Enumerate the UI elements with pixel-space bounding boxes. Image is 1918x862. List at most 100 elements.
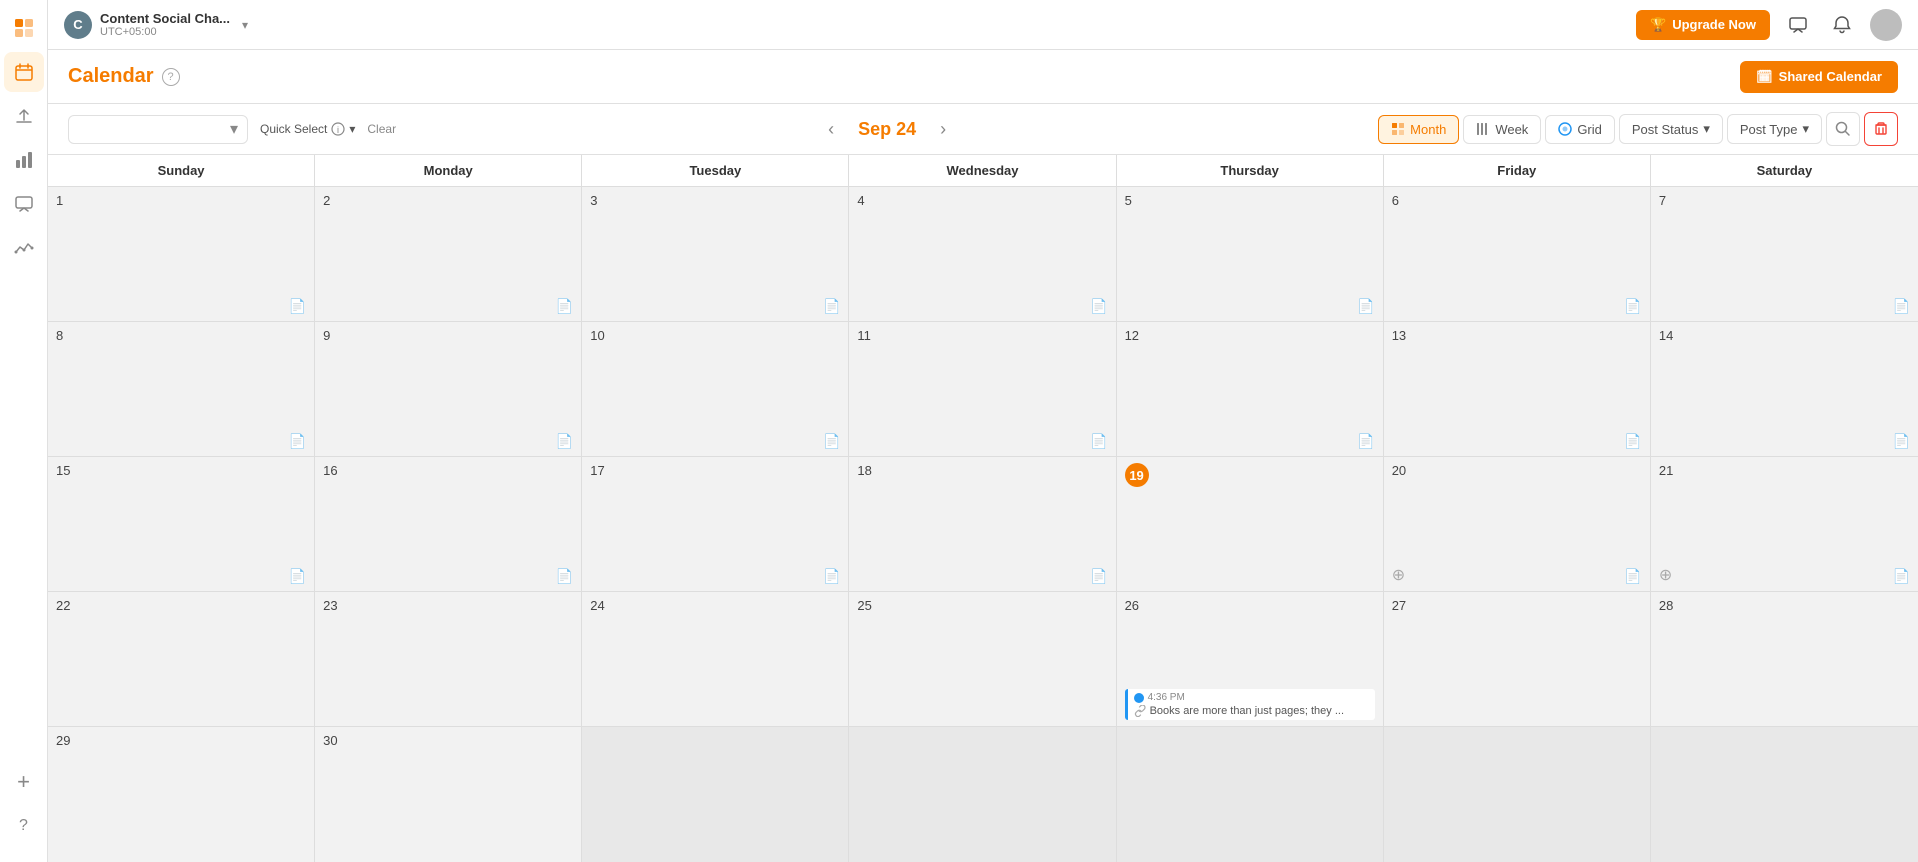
prev-month-button[interactable]: ‹ <box>820 115 842 144</box>
doc-icon-16[interactable]: 📄 <box>556 568 573 585</box>
doc-icon-3[interactable]: 📄 <box>823 298 840 315</box>
doc-icon-15[interactable]: 📄 <box>289 568 306 585</box>
calendar-cell-11[interactable]: 11📄 <box>849 322 1116 456</box>
calendar-cell-30[interactable]: 30 <box>315 727 582 862</box>
calendar-event-26[interactable]: 4:36 PM Books are more than just pages; … <box>1125 689 1375 720</box>
calendar-cell-23[interactable]: 23 <box>315 592 582 726</box>
calendar-cell-5[interactable]: 5📄 <box>1117 187 1384 321</box>
sidebar-item-help[interactable]: ? <box>4 806 44 846</box>
calendar-cell-19[interactable]: 19 <box>1117 457 1384 591</box>
doc-icon-5[interactable]: 📄 <box>1357 298 1374 315</box>
messages-icon[interactable] <box>1782 9 1814 41</box>
post-type-filter-button[interactable]: Post Type ▾ <box>1727 114 1822 144</box>
sidebar-item-reports[interactable] <box>4 228 44 268</box>
grid-view-label: Grid <box>1577 122 1602 137</box>
calendar-cell-15[interactable]: 15📄 <box>48 457 315 591</box>
workspace-tz: UTC+05:00 <box>100 26 230 38</box>
profile-select[interactable] <box>68 115 248 144</box>
calendar-cell-17[interactable]: 17📄 <box>582 457 849 591</box>
calendar-cell-9[interactable]: 9📄 <box>315 322 582 456</box>
calendar-cell-8[interactable]: 8📄 <box>48 322 315 456</box>
calendar-cell-1[interactable]: 1📄 <box>48 187 315 321</box>
event-time: 4:36 PM <box>1148 692 1185 703</box>
post-type-label: Post Type <box>1740 122 1798 137</box>
calendar-cell-6[interactable]: 6📄 <box>1384 187 1651 321</box>
doc-icon-20[interactable]: 📄 <box>1624 568 1641 585</box>
doc-icon-6[interactable]: 📄 <box>1624 298 1641 315</box>
sidebar-item-messages[interactable] <box>4 184 44 224</box>
sidebar-item-calendar[interactable] <box>4 52 44 92</box>
calendar-cell-empty-2[interactable] <box>849 727 1116 862</box>
doc-icon-1[interactable]: 📄 <box>289 298 306 315</box>
calendar-cell-24[interactable]: 24 <box>582 592 849 726</box>
doc-icon-9[interactable]: 📄 <box>556 433 573 450</box>
shared-calendar-button[interactable]: 🗓 Shared Calendar <box>1740 61 1898 93</box>
sidebar-item-add[interactable]: + <box>4 762 44 802</box>
user-avatar[interactable] <box>1870 9 1902 41</box>
doc-icon-17[interactable]: 📄 <box>823 568 840 585</box>
calendar-cell-empty-1[interactable] <box>582 727 849 862</box>
grid-view-button[interactable]: Grid <box>1545 115 1615 144</box>
col-friday: Friday <box>1384 155 1651 186</box>
post-status-filter-button[interactable]: Post Status ▾ <box>1619 114 1723 144</box>
calendar-cell-28[interactable]: 28 <box>1651 592 1918 726</box>
doc-icon-12[interactable]: 📄 <box>1357 433 1374 450</box>
calendar-cell-7[interactable]: 7📄 <box>1651 187 1918 321</box>
doc-icon-13[interactable]: 📄 <box>1624 433 1641 450</box>
calendar-cell-empty-5[interactable] <box>1651 727 1918 862</box>
calendar-cell-3[interactable]: 3📄 <box>582 187 849 321</box>
doc-icon-11[interactable]: 📄 <box>1090 433 1107 450</box>
calendar-week-1: 1📄 2📄 3📄 4📄 5📄 6📄 7📄 <box>48 187 1918 322</box>
calendar-cell-16[interactable]: 16📄 <box>315 457 582 591</box>
sidebar-bottom: + ? <box>4 762 44 854</box>
calendar-cell-20[interactable]: 20 ⊕ 📄 <box>1384 457 1651 591</box>
doc-icon-10[interactable]: 📄 <box>823 433 840 450</box>
sidebar-item-publish[interactable] <box>4 96 44 136</box>
bell-icon[interactable] <box>1826 9 1858 41</box>
calendar-cell-2[interactable]: 2📄 <box>315 187 582 321</box>
upgrade-button[interactable]: 🏆 Upgrade Now <box>1636 10 1770 40</box>
calendar-cell-14[interactable]: 14📄 <box>1651 322 1918 456</box>
calendar-cell-empty-3[interactable] <box>1117 727 1384 862</box>
doc-icon-21[interactable]: 📄 <box>1893 568 1910 585</box>
search-button[interactable] <box>1826 112 1860 146</box>
month-view-button[interactable]: Month <box>1378 115 1459 144</box>
doc-icon-18[interactable]: 📄 <box>1090 568 1107 585</box>
calendar-cell-22[interactable]: 22 <box>48 592 315 726</box>
doc-icon-2[interactable]: 📄 <box>556 298 573 315</box>
calendar-cell-4[interactable]: 4📄 <box>849 187 1116 321</box>
quick-select-text: Quick Select <box>260 122 327 136</box>
sidebar-logo[interactable] <box>4 8 44 48</box>
workspace-chevron-icon[interactable]: ▾ <box>242 18 248 32</box>
doc-icon-14[interactable]: 📄 <box>1893 433 1910 450</box>
calendar-cell-26[interactable]: 26 4:36 PM Books are more than just page… <box>1117 592 1384 726</box>
profile-select-wrapper[interactable] <box>68 115 248 144</box>
calendar-cell-27[interactable]: 27 <box>1384 592 1651 726</box>
doc-icon-8[interactable]: 📄 <box>289 433 306 450</box>
calendar-cell-empty-4[interactable] <box>1384 727 1651 862</box>
calendar-cell-29[interactable]: 29 <box>48 727 315 862</box>
calendar-cell-25[interactable]: 25 <box>849 592 1116 726</box>
add-icon-21[interactable]: ⊕ <box>1659 565 1672 585</box>
add-icon-20[interactable]: ⊕ <box>1392 565 1405 585</box>
calendar-grid: 1📄 2📄 3📄 4📄 5📄 6📄 7📄 8📄 9📄 10📄 11📄 12📄 1… <box>48 187 1918 862</box>
week-view-button[interactable]: Week <box>1463 115 1541 144</box>
doc-icon-7[interactable]: 📄 <box>1893 298 1910 315</box>
calendar-cell-12[interactable]: 12📄 <box>1117 322 1384 456</box>
sidebar-item-analytics[interactable] <box>4 140 44 180</box>
quick-select-label[interactable]: Quick Select i ▾ <box>260 122 355 136</box>
next-month-button[interactable]: › <box>932 115 954 144</box>
doc-icon-4[interactable]: 📄 <box>1090 298 1107 315</box>
calendar-cell-21[interactable]: 21 ⊕ 📄 <box>1651 457 1918 591</box>
calendar-cell-13[interactable]: 13📄 <box>1384 322 1651 456</box>
col-saturday: Saturday <box>1651 155 1918 186</box>
main-area: C Content Social Cha... UTC+05:00 ▾ 🏆 Up… <box>48 0 1918 862</box>
help-circle-icon[interactable]: ? <box>162 68 180 86</box>
calendar-cell-10[interactable]: 10📄 <box>582 322 849 456</box>
calendar-nav: ‹ Sep 24 › <box>408 115 1366 144</box>
post-status-chevron-icon: ▾ <box>1703 121 1710 137</box>
clear-button[interactable]: Clear <box>367 122 396 136</box>
calendar-cell-18[interactable]: 18📄 <box>849 457 1116 591</box>
week-view-label: Week <box>1495 122 1528 137</box>
delete-button[interactable] <box>1864 112 1898 146</box>
